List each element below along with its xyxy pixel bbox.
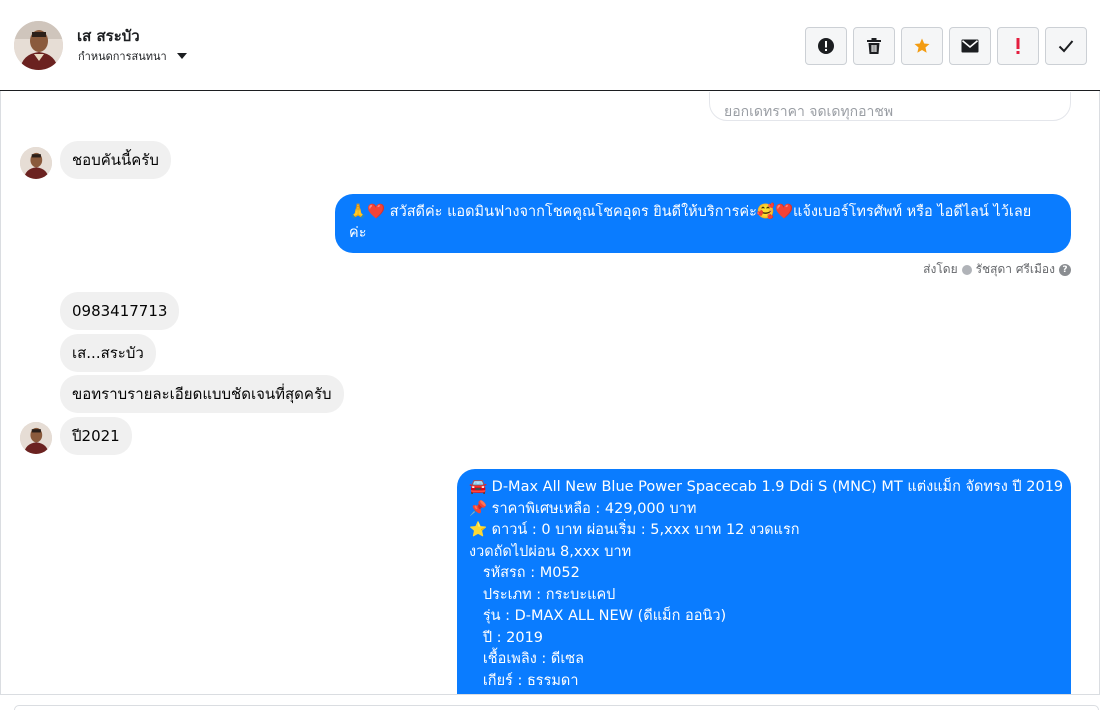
avatar-photo-icon <box>20 422 52 454</box>
message-text: เชื้อเพลิง : ดีเซล <box>469 651 585 667</box>
action-toolbar <box>805 27 1087 65</box>
chevron-down-icon <box>176 53 187 59</box>
trash-icon <box>867 38 881 54</box>
contact-name[interactable]: เส สระบัว <box>77 24 140 48</box>
message-text: งวดถัดไปผ่อน 8,xxx บาท <box>469 543 632 560</box>
assign-conversation-dropdown[interactable]: กำหนดการสนทนา <box>78 47 187 65</box>
mark-spam-button[interactable] <box>997 27 1039 65</box>
message-text: ค่ะ <box>349 225 367 241</box>
star-icon <box>914 38 930 53</box>
agent-status-icon <box>961 264 972 275</box>
sent-by-label: ส่งโดย รัชสุดา ศรีเมือง ? <box>923 260 1071 279</box>
message-text: เกียร์ : ธรรมดา <box>469 672 579 689</box>
message-text: รุ่น : D-MAX ALL NEW (ดีแม็ก ออนิว) <box>469 608 727 624</box>
message-text: 🚘 D-Max All New Blue Power Spacecab 1.9 … <box>469 479 1064 495</box>
alert-circle-icon <box>818 38 834 54</box>
message-text: รหัสรถ : M052 <box>469 565 580 581</box>
message-text: ⭐ ดาวน์ : 0 บาท ผ่อนเริ่ม : 5,xxx บาท 12… <box>469 522 800 538</box>
incoming-message[interactable]: ชอบคันนี้ครับ <box>60 141 171 179</box>
conversation-header: เส สระบัว กำหนดการสนทนา <box>0 0 1100 91</box>
incoming-message[interactable]: ปี2021 <box>60 417 132 455</box>
avatar-photo-icon <box>20 147 52 179</box>
composer-area <box>0 694 1100 710</box>
exclamation-icon <box>1016 38 1020 54</box>
mark-unread-button[interactable] <box>949 27 991 65</box>
report-button[interactable] <box>805 27 847 65</box>
delete-button[interactable] <box>853 27 895 65</box>
mark-done-button[interactable] <box>1045 27 1087 65</box>
sent-by-prefix: ส่งโดย <box>923 262 958 276</box>
star-button[interactable] <box>901 27 943 65</box>
incoming-message[interactable]: 0983417713 <box>60 292 180 330</box>
avatar-photo-icon <box>14 21 63 70</box>
assign-label: กำหนดการสนทนา <box>78 50 167 63</box>
previous-message-bubble: ยอกเดทราคา จดเดทุกอาชพ <box>709 92 1071 121</box>
avatar[interactable] <box>14 21 63 70</box>
agent-name[interactable]: รัชสุดา ศรีเมือง <box>976 260 1055 279</box>
message-thread[interactable]: ยอกเดทราคา จดเดทุกอาชพ ชอบคันนี้ครับ 🙏❤️… <box>0 92 1100 694</box>
message-text: ปี : 2019 <box>469 629 544 646</box>
message-input[interactable] <box>14 705 1099 710</box>
avatar[interactable] <box>20 422 52 454</box>
outgoing-message[interactable]: 🙏❤️ สวัสดีค่ะ แอดมินฟางจากโชคคูณโชคอุดร … <box>335 194 1071 253</box>
message-text: 📌 ราคาพิเศษเหลือ : 429,000 บาท <box>469 500 697 517</box>
incoming-message[interactable]: เส...สระบัว <box>60 334 156 372</box>
outgoing-message[interactable]: 🚘 D-Max All New Blue Power Spacecab 1.9 … <box>457 469 1071 694</box>
envelope-icon <box>961 39 979 53</box>
message-text: 🙏❤️ สวัสดีค่ะ แอดมินฟางจากโชคคูณโชคอุดร … <box>349 204 1032 220</box>
message-text: ประเภท : กระบะแคป <box>469 586 616 603</box>
help-icon[interactable]: ? <box>1059 263 1071 276</box>
message-text: ยอกเดทราคา จดเดทุกอาชพ <box>724 104 894 120</box>
check-icon <box>1058 40 1074 53</box>
incoming-message[interactable]: ขอทราบรายละเอียดแบบชัดเจนที่สุดครับ <box>60 375 344 413</box>
avatar[interactable] <box>20 147 52 179</box>
